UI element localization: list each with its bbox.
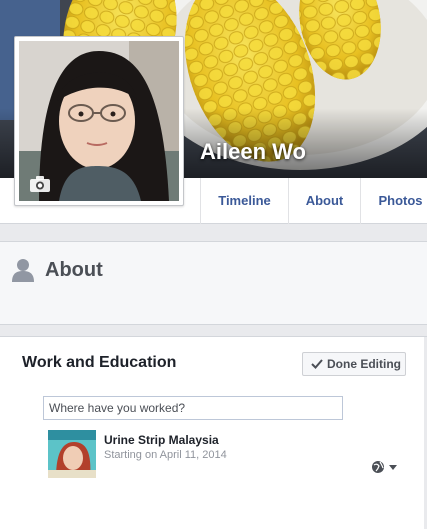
tab-about[interactable]: About xyxy=(288,178,360,224)
profile-page: Aileen Wo Timeline About Photos About Wo… xyxy=(0,0,427,529)
profile-picture[interactable] xyxy=(14,36,184,206)
check-icon xyxy=(311,359,323,369)
done-editing-label: Done Editing xyxy=(327,357,401,371)
workplace-input[interactable] xyxy=(43,396,343,420)
tab-photos[interactable]: Photos xyxy=(360,178,427,224)
employment-dates: Starting on April 11, 2014 xyxy=(104,449,227,461)
employer-thumbnail[interactable] xyxy=(48,430,96,478)
section-title: Work and Education xyxy=(22,354,177,371)
employer-name[interactable]: Urine Strip Malaysia xyxy=(104,433,219,447)
about-header: About xyxy=(0,241,427,325)
tab-timeline[interactable]: Timeline xyxy=(200,178,288,224)
profile-name[interactable]: Aileen Wo xyxy=(200,139,306,165)
privacy-selector[interactable] xyxy=(371,459,401,475)
about-title: About xyxy=(45,259,103,281)
done-editing-button[interactable]: Done Editing xyxy=(302,352,406,376)
camera-icon[interactable] xyxy=(29,175,51,193)
work-education-section: Work and Education Done Editing Urine St… xyxy=(0,336,427,529)
employer-image xyxy=(48,430,96,478)
person-icon xyxy=(12,259,34,282)
